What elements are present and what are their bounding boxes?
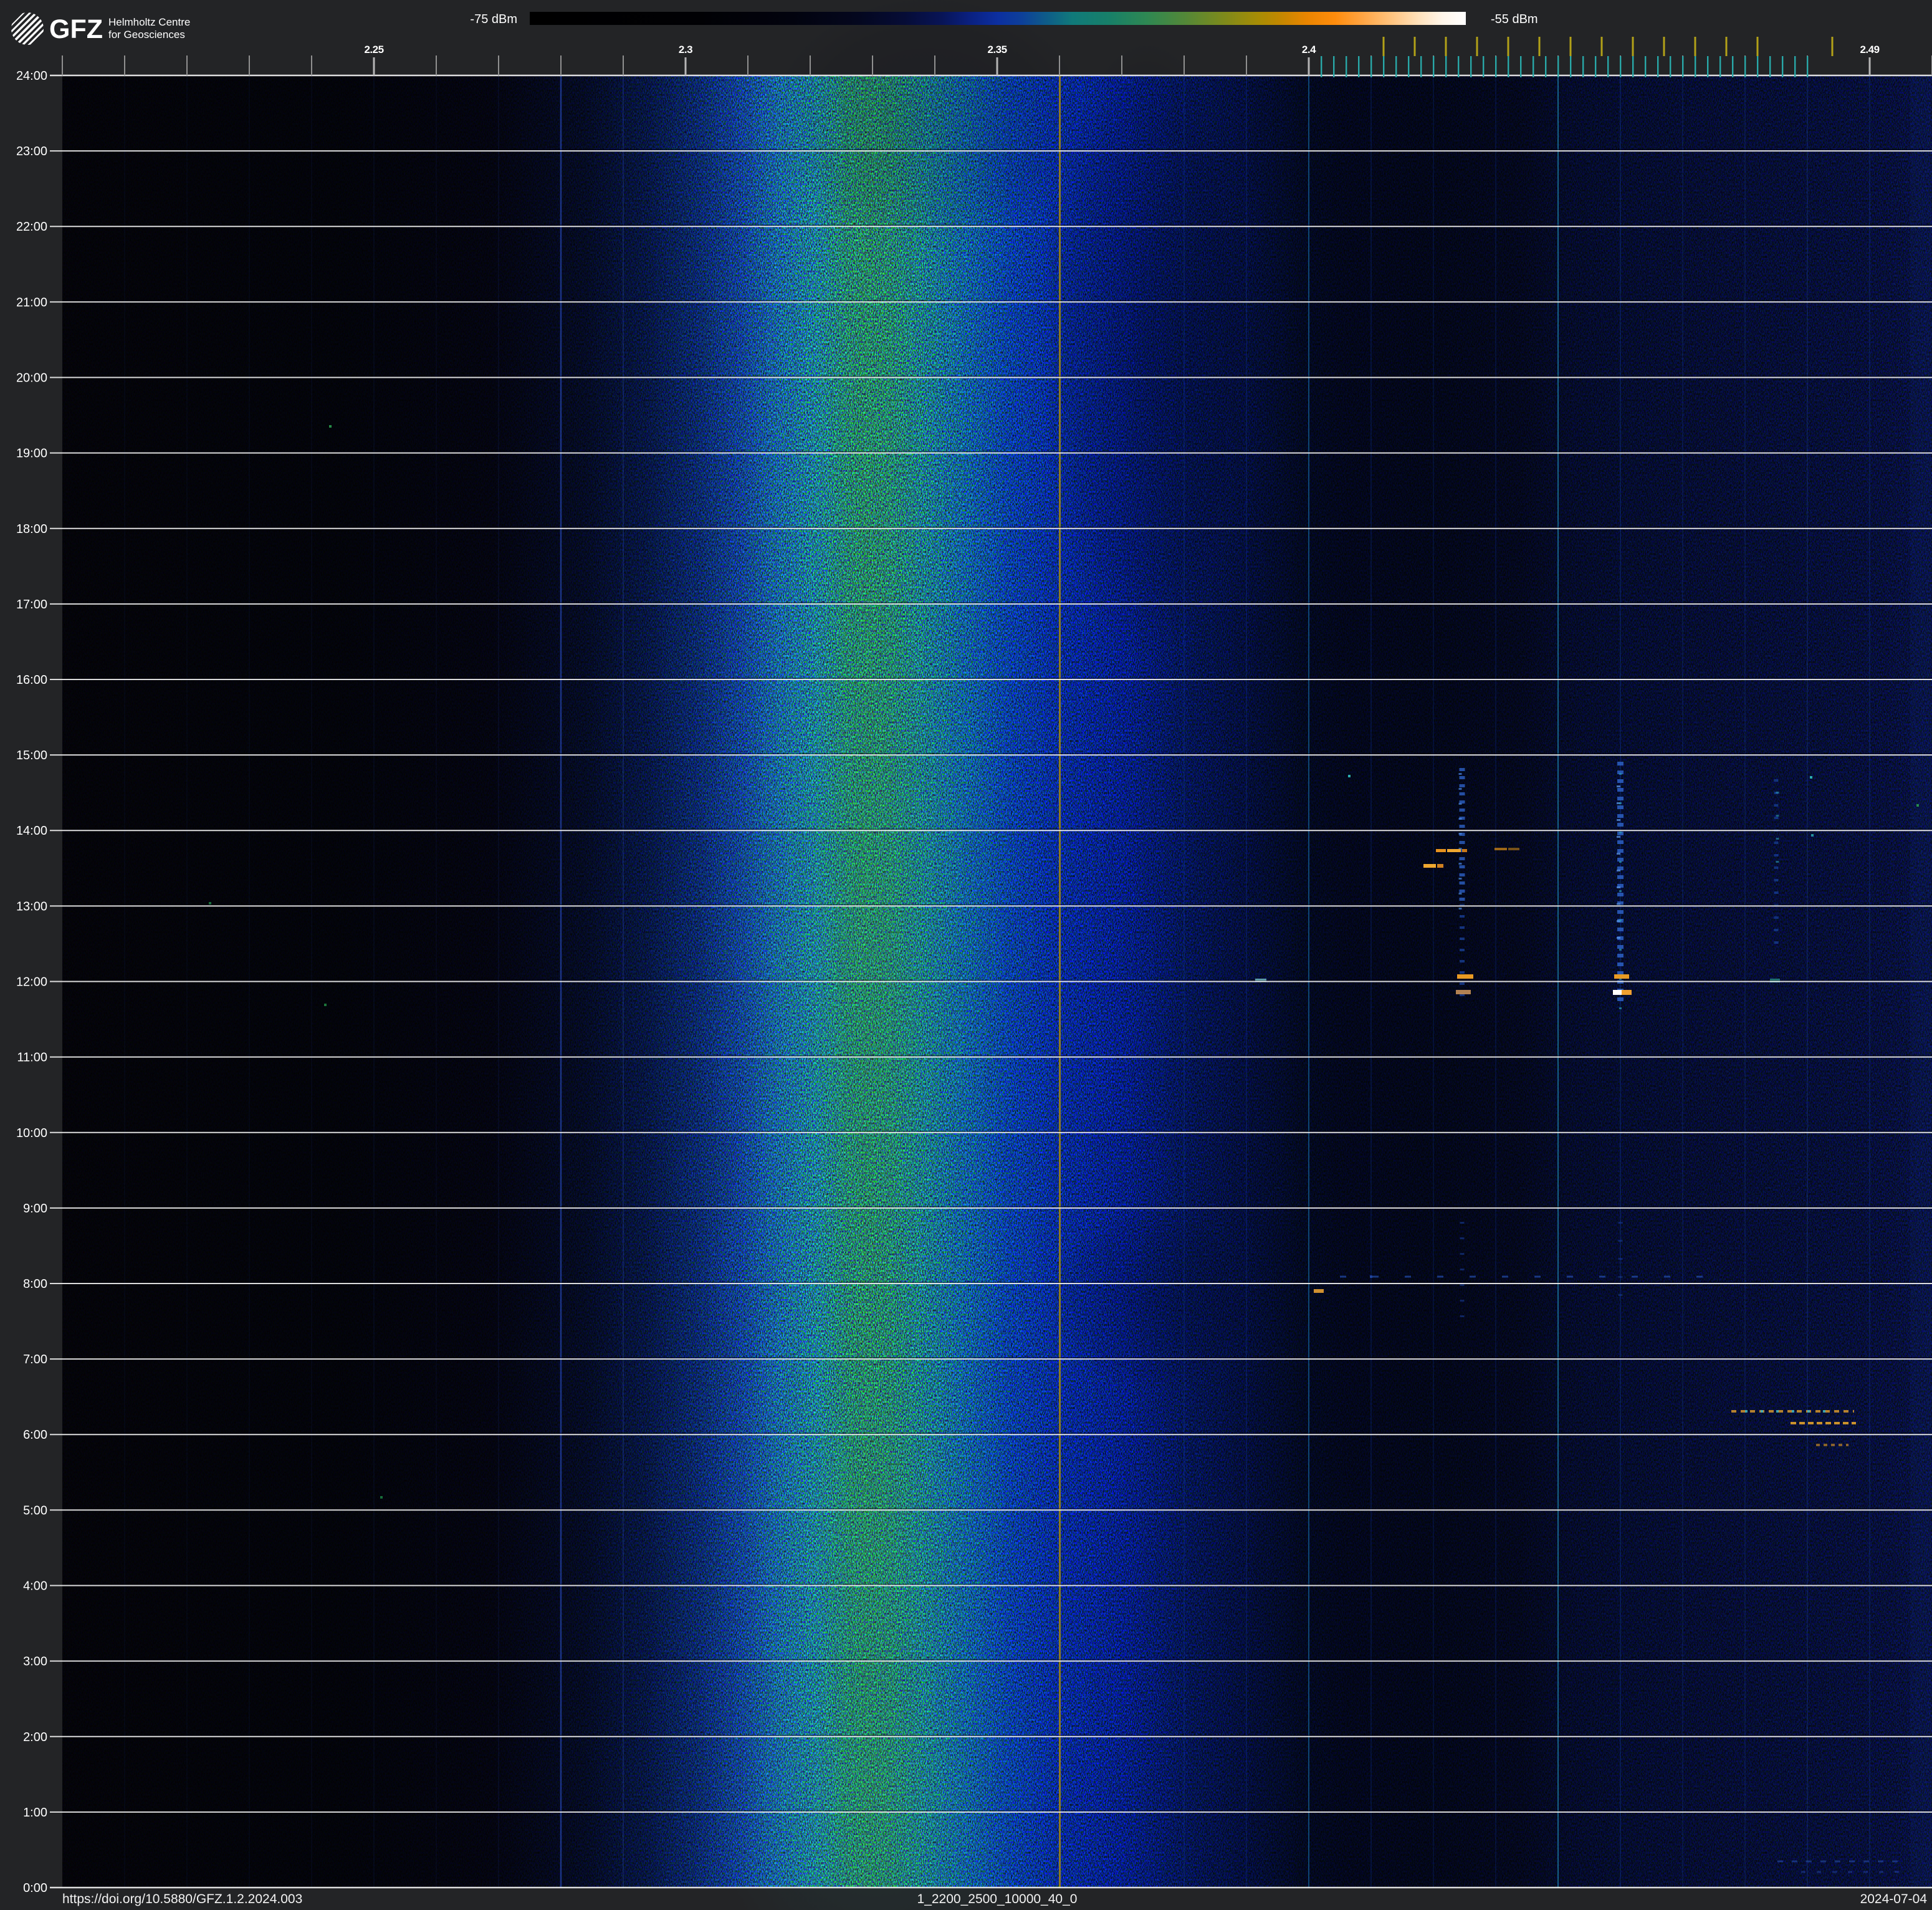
svg-text:7:00: 7:00 [23, 1353, 47, 1366]
svg-text:24:00: 24:00 [16, 69, 47, 83]
svg-text:19:00: 19:00 [16, 447, 47, 461]
svg-text:GFZ: GFZ [49, 14, 103, 44]
svg-text:https://doi.org/10.5880/GFZ.1.: https://doi.org/10.5880/GFZ.1.2.2024.003 [62, 1892, 302, 1906]
svg-text:14:00: 14:00 [16, 824, 47, 838]
svg-text:1_2200_2500_10000_40_0: 1_2200_2500_10000_40_0 [917, 1892, 1078, 1906]
svg-text:4:00: 4:00 [23, 1580, 47, 1593]
svg-text:2.35: 2.35 [987, 44, 1007, 55]
svg-text:15:00: 15:00 [16, 749, 47, 762]
svg-text:3:00: 3:00 [23, 1655, 47, 1669]
svg-text:2024-07-04: 2024-07-04 [1860, 1892, 1928, 1906]
svg-text:2.25: 2.25 [364, 44, 383, 55]
svg-text:2.49: 2.49 [1860, 44, 1879, 55]
svg-text:10:00: 10:00 [16, 1126, 47, 1140]
svg-text:16:00: 16:00 [16, 673, 47, 687]
svg-text:11:00: 11:00 [17, 1051, 47, 1065]
svg-text:20:00: 20:00 [16, 372, 47, 385]
svg-text:13:00: 13:00 [16, 900, 47, 913]
svg-text:5:00: 5:00 [23, 1504, 47, 1517]
svg-text:Helmholtz Centre: Helmholtz Centre [108, 16, 190, 28]
svg-text:12:00: 12:00 [16, 976, 47, 989]
svg-text:18:00: 18:00 [16, 522, 47, 536]
svg-text:for Geosciences: for Geosciences [108, 29, 185, 41]
svg-text:2.3: 2.3 [679, 44, 692, 55]
svg-text:9:00: 9:00 [23, 1202, 47, 1216]
svg-text:2:00: 2:00 [23, 1730, 47, 1744]
svg-text:6:00: 6:00 [23, 1428, 47, 1442]
svg-text:-75 dBm: -75 dBm [470, 12, 517, 26]
svg-text:21:00: 21:00 [16, 295, 47, 309]
svg-text:8:00: 8:00 [23, 1277, 47, 1291]
svg-text:0:00: 0:00 [23, 1881, 47, 1895]
svg-text:-55 dBm: -55 dBm [1491, 12, 1538, 26]
svg-text:1:00: 1:00 [23, 1806, 47, 1820]
svg-text:23:00: 23:00 [16, 145, 47, 158]
svg-text:22:00: 22:00 [16, 220, 47, 234]
svg-text:17:00: 17:00 [16, 598, 47, 612]
svg-text:2.4: 2.4 [1302, 44, 1316, 55]
